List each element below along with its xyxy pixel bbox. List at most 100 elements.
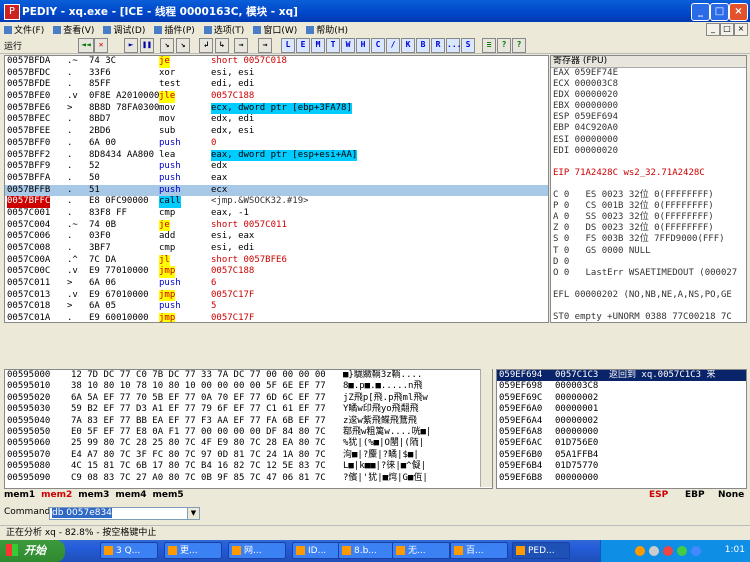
- menu-window[interactable]: 窗口(W): [249, 22, 302, 36]
- dump-row[interactable]: 00595000 12 7D DC 77 C0 7B DC 77 33 7A DC…: [5, 370, 492, 381]
- register-line[interactable]: Z 0 DS 0023 32位 0(FFFFFFFF): [551, 223, 746, 234]
- dump-row[interactable]: 00595090 C9 08 83 7C 27 A0 80 7C 0B 9F 85…: [5, 473, 492, 484]
- taskbar-item[interactable]: 无...: [392, 542, 450, 559]
- tray-icon-2[interactable]: [649, 546, 659, 556]
- modules-window-button[interactable]: E: [296, 38, 310, 53]
- mdi-restore-button[interactable]: □: [720, 23, 734, 36]
- stack-row[interactable]: 059EF6AC 01D756E0: [497, 438, 746, 449]
- dump-scrollbar[interactable]: [480, 369, 492, 487]
- register-line[interactable]: EDX 00000020: [551, 90, 746, 101]
- disasm-row[interactable]: 0057C018 >6A 05 push 5: [5, 301, 548, 313]
- menu-file[interactable]: 文件(F): [0, 22, 49, 36]
- call-stack-window-button[interactable]: K: [401, 38, 415, 53]
- tab-mem4[interactable]: mem4: [115, 490, 146, 500]
- dump-row[interactable]: 00595070 E4 A7 80 7C 3F FC 80 7C 97 0D 81…: [5, 450, 492, 461]
- stack-row[interactable]: 059EF698 000003C8: [497, 381, 746, 392]
- menu-options[interactable]: 选项(T): [200, 22, 250, 36]
- tab-mem1[interactable]: mem1: [4, 490, 35, 500]
- execute-till-return-button[interactable]: →: [234, 38, 248, 53]
- disasm-row[interactable]: 0057BFEE. 2BD6 sub edx, esi: [5, 126, 548, 138]
- dump-row[interactable]: 00595020 6A 5A EF 77 70 5B EF 77 0A 70 EF…: [5, 393, 492, 404]
- dump-row[interactable]: 00595080 4C 15 81 7C 6B 17 80 7C B4 16 82…: [5, 461, 492, 472]
- disasm-row[interactable]: 0057BFFC. E8 0FC90000 call <jmp.&WSOCK32.#1…: [5, 196, 548, 208]
- step-over-button[interactable]: ↘: [176, 38, 190, 53]
- menu-help[interactable]: 帮助(H): [302, 22, 353, 36]
- register-line[interactable]: ESI 00000000: [551, 135, 746, 146]
- menu-debug[interactable]: 调试(D): [99, 22, 150, 36]
- disasm-row[interactable]: 0057C00A .^ 7C DA jl short 0057BFE6: [5, 254, 548, 267]
- register-line[interactable]: [551, 179, 746, 190]
- memory-dump-pane[interactable]: 00595000 12 7D DC 77 C0 7B DC 77 33 7A DC…: [4, 369, 493, 489]
- about-button[interactable]: ?: [512, 38, 526, 53]
- go-to-button[interactable]: →: [258, 38, 272, 53]
- disasm-row[interactable]: 0057BFDE. 85FF test edi, edi: [5, 79, 548, 91]
- maximize-button[interactable]: □: [710, 3, 729, 21]
- disasm-row[interactable]: 0057BFF2. 8D8434 AA800 lea eax, dword ptr […: [5, 149, 548, 162]
- help-button[interactable]: ?: [497, 38, 511, 53]
- command-dropdown-button[interactable]: ▼: [187, 507, 200, 520]
- pause-button[interactable]: ❚❚: [140, 38, 154, 53]
- command-input[interactable]: db 0057e834: [49, 507, 191, 520]
- source-window-button[interactable]: S: [461, 38, 475, 53]
- taskbar-item[interactable]: 3 Q...: [100, 542, 158, 559]
- tray-icon-3[interactable]: [663, 546, 673, 556]
- register-line[interactable]: ST0 empty +UNORM 0388 77C00218 7C: [551, 312, 746, 322]
- start-button[interactable]: 开始: [0, 540, 65, 562]
- stack-row[interactable]: 059EF6A0 00000001: [497, 404, 746, 415]
- tab-mem2[interactable]: mem2: [41, 490, 72, 500]
- disasm-row[interactable]: 0057BFFB. 51 push ecx: [5, 184, 548, 197]
- patches-window-button[interactable]: /: [386, 38, 400, 53]
- references-window-button[interactable]: R: [431, 38, 445, 53]
- ebp-follow[interactable]: EBP: [685, 490, 705, 500]
- register-line[interactable]: EAX 059EF74E: [551, 68, 746, 79]
- register-line[interactable]: [551, 157, 746, 168]
- disasm-row[interactable]: 0057C006. 03F0 add esi, eax: [5, 231, 548, 243]
- disasm-row[interactable]: 0057C01A. E9 60010000 jmp 0057C17F: [5, 313, 548, 322]
- disasm-row[interactable]: 0057BFEC. 8BD7 mov edx, edi: [5, 114, 548, 126]
- disasm-row[interactable]: 0057BFDA .~ 74 3C je short 0057C018: [5, 56, 548, 68]
- title-bar[interactable]: P PEDIY - xq.exe - [ICE - 线程 0000163C, 模…: [0, 0, 750, 22]
- memory-window-button[interactable]: M: [311, 38, 325, 53]
- register-line[interactable]: O 0 LastErr WSAETIMEDOUT (000027: [551, 268, 746, 279]
- stack-row[interactable]: 059EF6B4 01D75770: [497, 461, 746, 472]
- register-line[interactable]: D 0: [551, 257, 746, 268]
- taskbar-item[interactable]: 网...: [228, 542, 286, 559]
- stack-row[interactable]: 059EF694 0057C1C3 返回到 xq.0057C1C3 来: [497, 370, 746, 382]
- stack-pane[interactable]: 059EF694 0057C1C3 返回到 xq.0057C1C3 来 059EF69…: [496, 369, 747, 489]
- trace-over-button[interactable]: ↳: [215, 38, 229, 53]
- log-window-button[interactable]: L: [281, 38, 295, 53]
- taskbar-item[interactable]: PED...: [512, 542, 570, 559]
- options-button[interactable]: ≡: [482, 38, 496, 53]
- run-trace-window-button[interactable]: ...: [446, 38, 461, 53]
- tray-icon-1[interactable]: [635, 546, 645, 556]
- tab-mem3[interactable]: mem3: [78, 490, 109, 500]
- disasm-row[interactable]: 0057C001. 83F8 FF cmp eax, -1: [5, 208, 548, 220]
- disasm-row[interactable]: 0057C008. 3BF7 cmp esi, edi: [5, 243, 548, 255]
- disasm-row[interactable]: 0057C013 .v E9 67010000 jmp 0057C17F: [5, 289, 548, 302]
- close-button[interactable]: ×: [729, 3, 748, 21]
- stack-row[interactable]: 059EF6A4 00000002: [497, 416, 746, 427]
- dump-row[interactable]: 00595050 E0 5F EF 77 E8 0A F1 77 00 00 00…: [5, 427, 492, 438]
- stack-row[interactable]: 059EF6A8 00000000: [497, 427, 746, 438]
- register-line[interactable]: EIP 71A2428C ws2_32.71A2428C: [551, 168, 746, 179]
- disasm-row[interactable]: 0057BFE0 .v 0F8E A2010000 jle 0057C188: [5, 91, 548, 103]
- disasm-row[interactable]: 0057BFDC. 33F6 xor esi, esi: [5, 68, 548, 80]
- register-line[interactable]: EDI 00000020: [551, 146, 746, 157]
- register-line[interactable]: A 0 SS 0023 32位 0(FFFFFFFF): [551, 212, 746, 223]
- register-line[interactable]: ECX 000003C8: [551, 79, 746, 90]
- trace-into-button[interactable]: ↲: [199, 38, 213, 53]
- minimize-button[interactable]: _: [691, 3, 710, 21]
- tray-icon-5[interactable]: [691, 546, 701, 556]
- tab-mem5[interactable]: mem5: [153, 490, 184, 500]
- run-button[interactable]: ►: [124, 38, 138, 53]
- disasm-row[interactable]: 0057BFF9. 52 push edx: [5, 161, 548, 173]
- mdi-minimize-button[interactable]: _: [706, 23, 720, 36]
- register-line[interactable]: EFL 00000202 (NO,NB,NE,A,NS,PO,GE: [551, 290, 746, 301]
- step-into-button[interactable]: ↘: [160, 38, 174, 53]
- taskbar-item[interactable]: 更...: [164, 542, 222, 559]
- menu-plugins[interactable]: 插件(P): [150, 22, 199, 36]
- stack-row[interactable]: 059EF69C 00000002: [497, 393, 746, 404]
- dump-row[interactable]: 00595030 59 B2 EF 77 D3 A1 EF 77 79 6F EF…: [5, 404, 492, 415]
- restart-button[interactable]: ◄◄: [78, 38, 94, 53]
- close-debug-button[interactable]: ✕: [94, 38, 108, 53]
